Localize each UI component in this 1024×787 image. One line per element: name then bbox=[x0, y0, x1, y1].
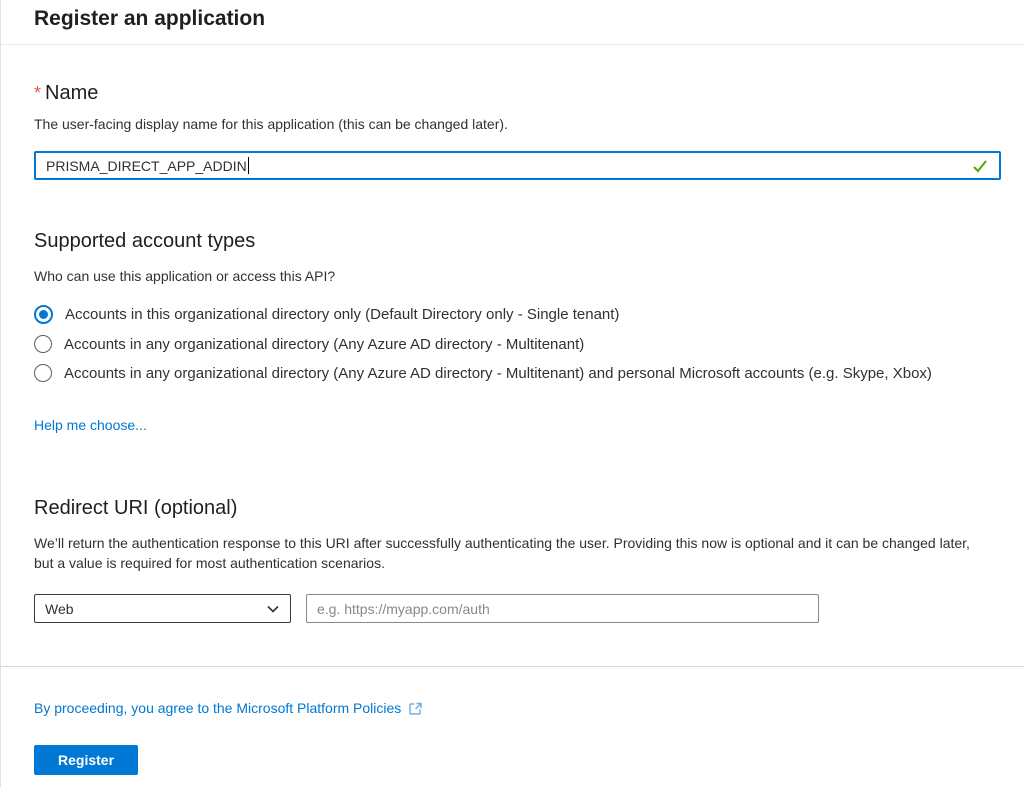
radio-unselected-icon[interactable] bbox=[34, 364, 52, 382]
account-type-radio-group: Accounts in this organizational director… bbox=[34, 305, 1000, 382]
redirect-uri-row: Web bbox=[34, 594, 1000, 623]
name-section-label: Name bbox=[45, 82, 98, 104]
policy-row: By proceeding, you agree to the Microsof… bbox=[34, 700, 1000, 718]
radio-option-multitenant[interactable]: Accounts in any organizational directory… bbox=[34, 335, 1000, 353]
register-application-page: { "page": { "title": "Register an applic… bbox=[0, 0, 1024, 787]
page-header: Register an application bbox=[1, 0, 1024, 45]
platform-select-dropdown[interactable]: Web bbox=[34, 594, 291, 623]
radio-option-label: Accounts in this organizational director… bbox=[65, 306, 619, 323]
radio-option-single-tenant[interactable]: Accounts in this organizational director… bbox=[34, 305, 1000, 324]
chevron-down-icon bbox=[266, 602, 280, 616]
redirect-uri-description: We’ll return the authentication response… bbox=[34, 533, 989, 573]
platform-selected-value: Web bbox=[45, 601, 74, 617]
text-cursor bbox=[248, 157, 249, 174]
name-section-description: The user-facing display name for this ap… bbox=[34, 114, 989, 134]
form-content: *Name The user-facing display name for t… bbox=[1, 82, 1024, 775]
platform-policies-link-label: By proceeding, you agree to the Microsof… bbox=[34, 700, 401, 716]
platform-policies-link[interactable]: By proceeding, you agree to the Microsof… bbox=[34, 700, 424, 716]
redirect-uri-label: Redirect URI (optional) bbox=[34, 497, 1000, 520]
required-asterisk: * bbox=[34, 83, 41, 103]
valid-checkmark-icon bbox=[971, 157, 989, 175]
app-name-input[interactable]: PRISMA_DIRECT_APP_ADDIN bbox=[34, 151, 1001, 180]
app-name-value: PRISMA_DIRECT_APP_ADDIN bbox=[46, 158, 247, 174]
page-title: Register an application bbox=[34, 7, 991, 31]
account-types-section: Supported account types Who can use this… bbox=[34, 230, 1000, 435]
radio-option-label: Accounts in any organizational directory… bbox=[64, 336, 584, 353]
redirect-uri-section: Redirect URI (optional) We’ll return the… bbox=[34, 497, 1000, 623]
account-types-question: Who can use this application or access t… bbox=[34, 266, 989, 286]
external-link-icon bbox=[408, 700, 424, 716]
radio-option-label: Accounts in any organizational directory… bbox=[64, 365, 932, 382]
radio-option-multitenant-personal[interactable]: Accounts in any organizational directory… bbox=[34, 364, 1000, 382]
account-types-label: Supported account types bbox=[34, 230, 1000, 253]
name-section-header: *Name bbox=[34, 82, 1000, 105]
help-me-choose-link[interactable]: Help me choose... bbox=[34, 417, 147, 433]
footer-divider bbox=[1, 666, 1024, 667]
radio-selected-icon[interactable] bbox=[34, 305, 53, 324]
radio-unselected-icon[interactable] bbox=[34, 335, 52, 353]
redirect-uri-input[interactable] bbox=[306, 594, 819, 623]
register-button[interactable]: Register bbox=[34, 745, 138, 775]
